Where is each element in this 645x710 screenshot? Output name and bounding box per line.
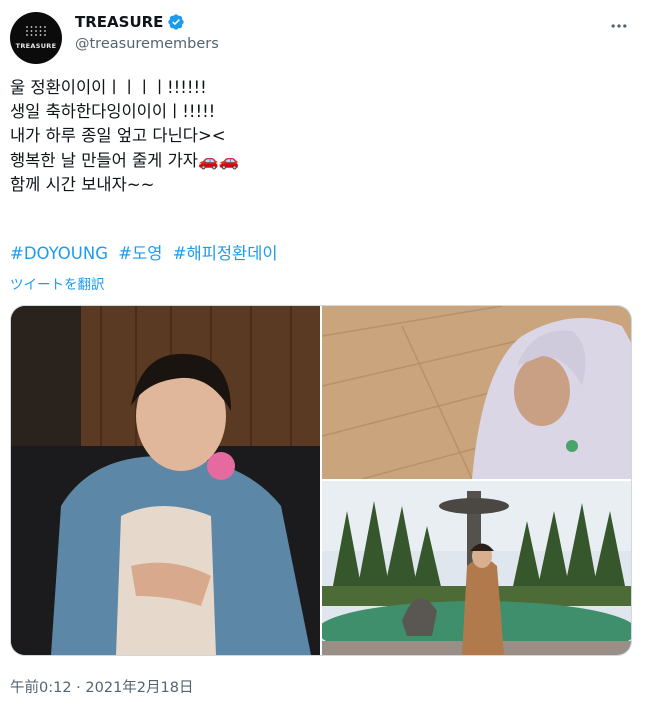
hashtag-link[interactable]: #DOYOUNG bbox=[10, 244, 108, 263]
hashtag-row: #DOYOUNG #도영 #해피정환데이 bbox=[10, 242, 283, 266]
tweet-line: 함께 시간 보내자~~ bbox=[10, 174, 155, 194]
tweet-timestamp[interactable]: 午前0:12 · 2021年2月18日 bbox=[10, 676, 193, 697]
verified-badge-icon bbox=[168, 14, 185, 30]
hashtag-link[interactable]: #도영 bbox=[118, 244, 162, 263]
photo-3[interactable] bbox=[322, 481, 631, 655]
avatar-logo-text: TREASURE bbox=[15, 42, 57, 50]
display-name[interactable]: TREASURE bbox=[75, 13, 163, 31]
tweet-line: 생일 축하한다잉이이이ㅣ!!!!! bbox=[10, 102, 216, 122]
user-names: TREASURE @treasuremembers bbox=[75, 10, 219, 52]
hashtag-link[interactable]: #해피정환데이 bbox=[173, 244, 278, 263]
logo-dots-icon bbox=[26, 26, 46, 36]
translate-tweet-link[interactable]: ツイートを翻訳 bbox=[10, 273, 105, 293]
tweet-line: 내가 하루 종일 엎고 다닌다>< bbox=[10, 126, 226, 146]
display-name-row: TREASURE bbox=[75, 10, 219, 34]
photo-2[interactable] bbox=[322, 306, 631, 479]
tweet-line: 행복한 날 만들어 줄게 가자🚗🚗 bbox=[10, 150, 240, 170]
avatar[interactable]: TREASURE bbox=[10, 12, 62, 64]
tweet-text: 울 정환이이이ㅣㅣㅣㅣ!!!!!! 생일 축하한다잉이이이ㅣ!!!!! 내가 하… bbox=[10, 76, 630, 197]
tweet-header: TREASURE TREASURE @treasuremembers bbox=[10, 8, 635, 64]
user-handle[interactable]: @treasuremembers bbox=[75, 36, 219, 52]
tweet[interactable]: TREASURE TREASURE @treasuremembers 울 정환이… bbox=[0, 0, 645, 710]
photo-1[interactable] bbox=[11, 306, 320, 655]
tweet-line: 울 정환이이이ㅣㅣㅣㅣ!!!!!! bbox=[10, 78, 207, 97]
more-horizontal-icon[interactable] bbox=[605, 12, 633, 40]
media-grid bbox=[10, 305, 632, 656]
